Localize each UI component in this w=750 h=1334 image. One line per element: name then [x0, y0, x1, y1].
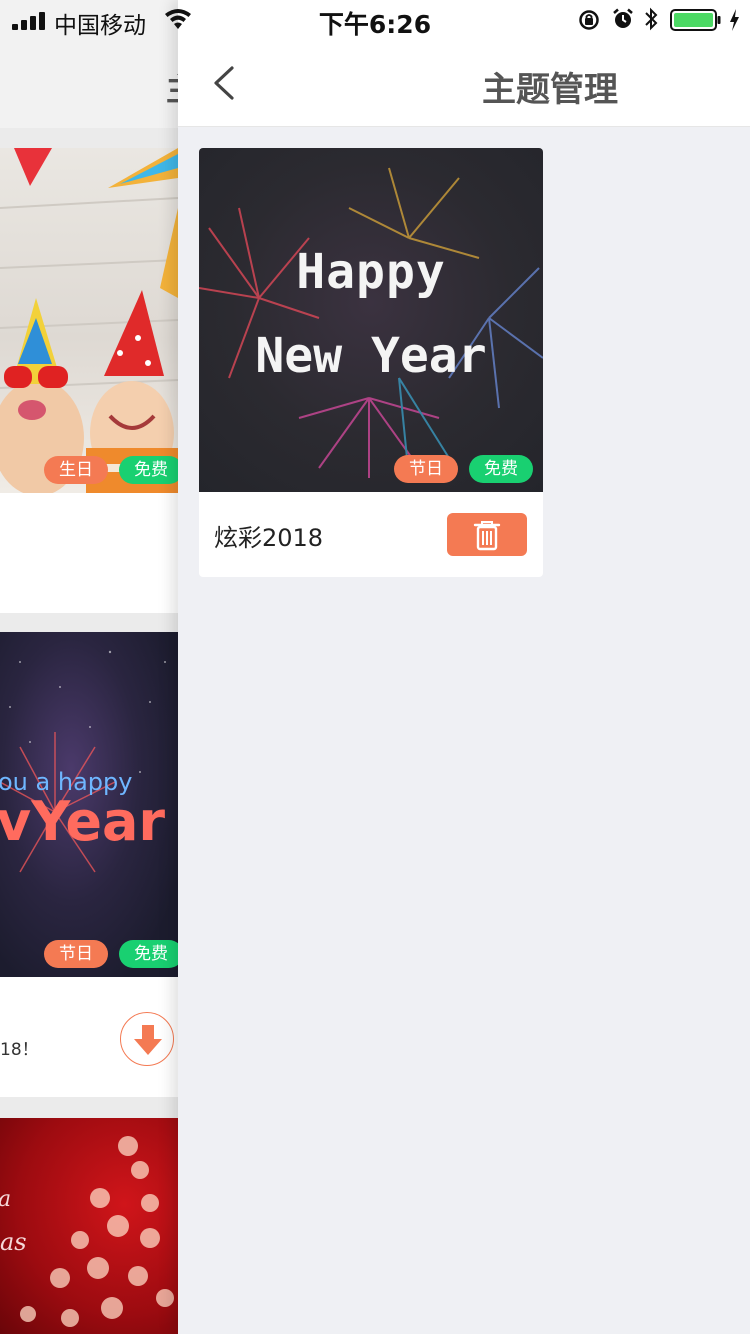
chevron-left-icon [214, 66, 234, 100]
birthday-illustration [0, 148, 178, 493]
charging-bolt-icon [730, 9, 739, 31]
back-button[interactable] [206, 62, 246, 104]
bluetooth-icon [645, 7, 658, 31]
tag-group: 节日 免费 [44, 940, 178, 968]
thumbnail-text: Happy [296, 244, 446, 300]
fireworks-illustration [199, 167, 543, 479]
tag-group: 生日 免费 [44, 456, 178, 484]
alarm-icon [613, 8, 633, 28]
trash-icon [473, 521, 501, 551]
theme-image: a as [0, 1118, 178, 1334]
status-bar: 中国移动 下午6:26 [0, 0, 750, 40]
delete-theme-button[interactable] [447, 513, 527, 556]
tag-price: 免费 [119, 940, 178, 968]
tag-price: 免费 [119, 456, 178, 484]
page-title: 主题管理 [482, 70, 618, 110]
theme-description: 18！ [0, 1040, 39, 1060]
theme-thumbnail: Happy New Year 节日 免费 [199, 148, 543, 492]
thumbnail-text: New Year [255, 328, 487, 384]
theme-image [0, 148, 178, 493]
theme-management-panel: 主题管理 Happy New Year 节日 免费 炫彩2018 [178, 0, 750, 1334]
rotation-lock-icon [579, 10, 599, 30]
tag-group: 节日 免费 [394, 455, 534, 483]
tag-category: 生日 [44, 456, 108, 484]
theme-card-newyear[interactable]: ou a happy vYear 节日 免费 18！ [0, 632, 178, 1097]
theme-card-christmas[interactable]: a as [0, 1118, 178, 1334]
installed-theme-card[interactable]: Happy New Year 节日 免费 炫彩2018 [199, 148, 543, 577]
christmas-illustration: a [0, 1136, 174, 1327]
theme-store-page: 主 [0, 0, 178, 1334]
clock: 下午6:26 [318, 10, 432, 39]
theme-card-birthday[interactable]: 生日 免费 题。 [0, 148, 178, 613]
tag-category: 节日 [394, 455, 458, 483]
theme-image-text: as [0, 1228, 27, 1256]
theme-name: 炫彩2018 [214, 524, 324, 552]
store-title: 主 [166, 64, 178, 110]
tag-category: 节日 [44, 940, 108, 968]
theme-image-text: vYear [0, 790, 166, 853]
battery-icon [670, 9, 721, 31]
theme-image: ou a happy vYear [0, 632, 178, 977]
svg-text:a: a [0, 1187, 11, 1212]
download-button[interactable] [120, 1012, 174, 1066]
download-arrow-icon [134, 1025, 162, 1055]
tag-price: 免费 [469, 455, 533, 483]
